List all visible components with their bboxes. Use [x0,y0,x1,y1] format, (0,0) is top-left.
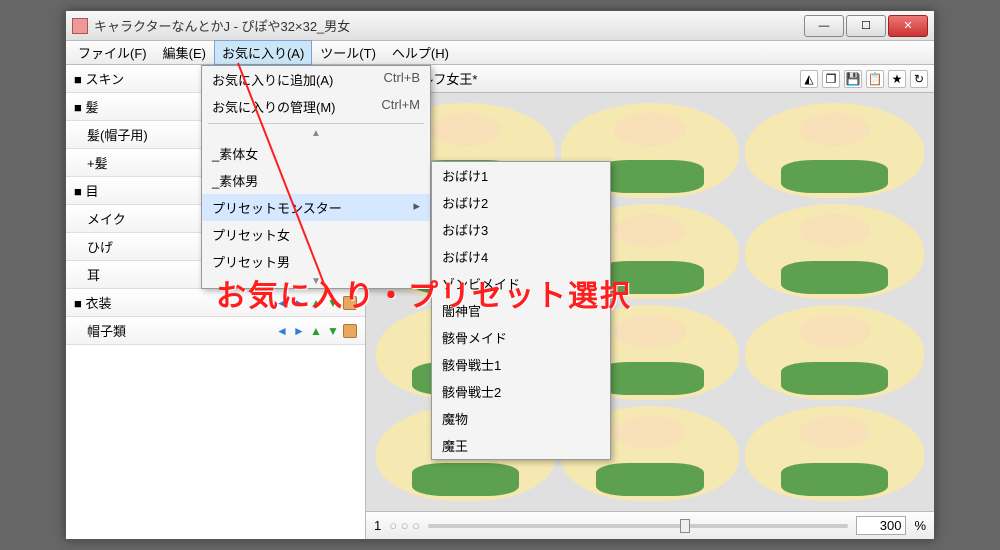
annotation-text: お気に入り・プリセット選択 [216,271,632,315]
category-row[interactable]: 帽子類◄►▲▼ [66,317,365,345]
fav-add[interactable]: お気に入りに追加(A) Ctrl+B [202,66,430,93]
flip-icon[interactable]: ◭ [800,70,818,88]
menu-separator [208,123,424,124]
favorites-dropdown: お気に入りに追加(A) Ctrl+B お気に入りの管理(M) Ctrl+M ▲ … [201,65,431,289]
page-indicator: 1 [374,518,381,533]
window-controls: — ☐ ✕ [802,15,928,37]
slider-thumb[interactable] [680,519,690,533]
preset-item[interactable]: _素体男 [202,167,430,194]
app-window: キャラクターなんとかJ - ぴぽや32×32_男女 — ☐ ✕ ファイル(F) … [65,10,935,540]
save-icon[interactable]: 💾 [844,70,862,88]
menu-file[interactable]: ファイル(F) [70,40,155,65]
menu-edit[interactable]: 編集(E) [155,40,214,65]
sprite-cell [745,305,924,400]
preset-item[interactable]: プリセットモンスター▸ [202,194,430,221]
window-title: キャラクターなんとかJ - ぴぽや32×32_男女 [94,16,802,35]
monster-item[interactable]: 骸骨メイド [432,324,610,351]
up-icon[interactable]: ▲ [309,324,323,338]
zoom-slider[interactable] [428,524,848,528]
category-label: 帽子類 [74,321,275,340]
preset-item[interactable]: _素体女 [202,140,430,167]
fav-manage[interactable]: お気に入りの管理(M) Ctrl+M [202,93,430,120]
app-icon [72,18,88,34]
monster-item[interactable]: 魔王 [432,432,610,459]
copy-icon[interactable]: ❐ [822,70,840,88]
submenu-arrow-icon: ▸ [413,198,420,217]
zoom-bar: 1 ○ ○ ○ 300 % [366,511,934,539]
preset-item[interactable]: プリセット女 [202,221,430,248]
menu-help[interactable]: ヘルプ(H) [384,40,457,65]
close-button[interactable]: ✕ [888,15,928,37]
menu-tools[interactable]: ツール(T) [312,40,384,65]
monster-item[interactable]: 魔物 [432,405,610,432]
titlebar: キャラクターなんとかJ - ぴぽや32×32_男女 — ☐ ✕ [66,11,934,41]
page-dots: ○ ○ ○ [389,518,420,533]
menu-favorites[interactable]: お気に入り(A) [214,40,312,65]
prev-icon[interactable]: ◄ [275,324,289,338]
refresh-icon[interactable]: ↻ [910,70,928,88]
sprite-cell [745,406,924,501]
down-icon[interactable]: ▼ [326,324,340,338]
monster-item[interactable]: おばけ1 [432,162,610,189]
zoom-value[interactable]: 300 [856,516,906,535]
sprite-cell [745,204,924,299]
preview-toolbar: ト女|エルフ女王* ◭❐💾📋★↻ [366,65,934,93]
maximize-button[interactable]: ☐ [846,15,886,37]
minimize-button[interactable]: — [804,15,844,37]
star-icon[interactable]: ★ [888,70,906,88]
paste-icon[interactable]: 📋 [866,70,884,88]
monster-item[interactable]: おばけ3 [432,216,610,243]
monster-item[interactable]: 骸骨戦士2 [432,378,610,405]
monster-item[interactable]: おばけ4 [432,243,610,270]
scroll-up-icon[interactable]: ▲ [202,127,430,140]
menubar: ファイル(F) 編集(E) お気に入り(A) ツール(T) ヘルプ(H) [66,41,934,65]
monster-item[interactable]: おばけ2 [432,189,610,216]
copy-icon[interactable] [343,324,357,338]
zoom-unit: % [914,518,926,533]
next-icon[interactable]: ► [292,324,306,338]
monster-item[interactable]: 骸骨戦士1 [432,351,610,378]
sprite-cell [745,103,924,198]
